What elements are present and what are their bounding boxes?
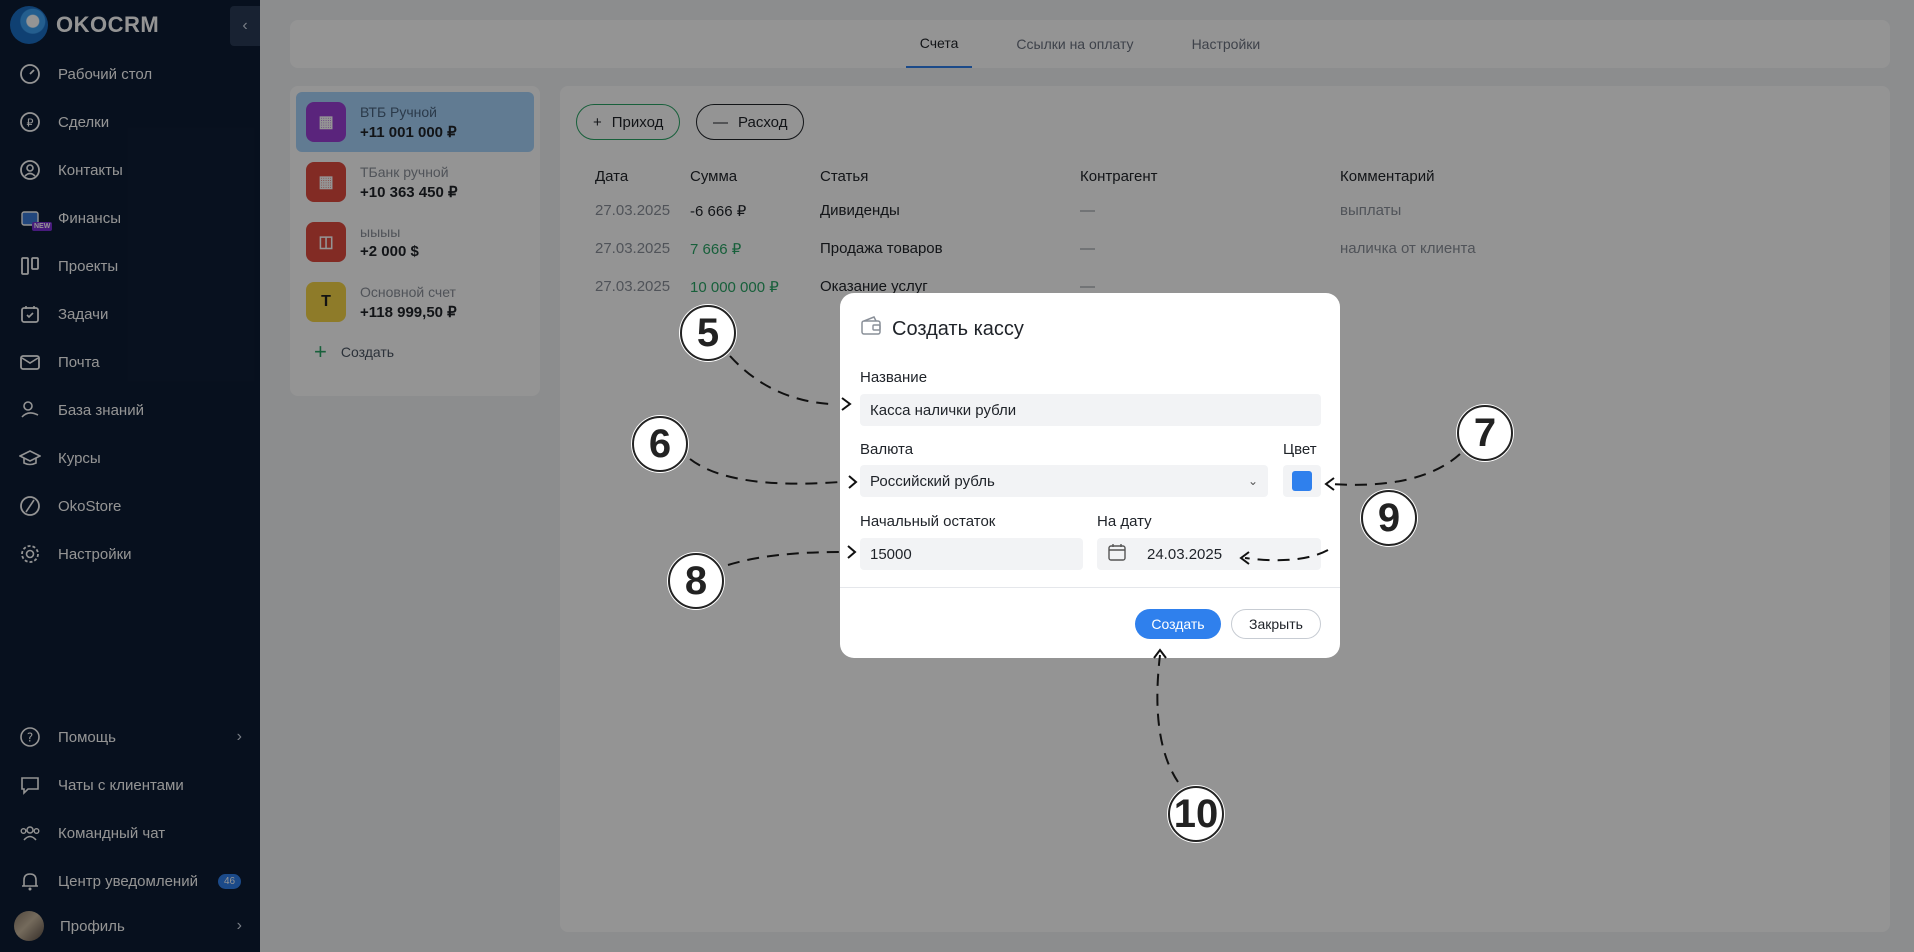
wallet-icon (860, 315, 882, 343)
chevron-down-icon: ⌄ (1247, 474, 1258, 488)
create-cashbox-modal: Создать кассу Название Касса налички руб… (840, 293, 1340, 658)
create-button[interactable]: Создать (1135, 609, 1221, 639)
callout-8: 8 (668, 553, 724, 609)
callout-7: 7 (1457, 405, 1513, 461)
callout-10: 10 (1168, 786, 1224, 842)
date-value: 24.03.2025 (1147, 545, 1223, 563)
modal-divider (840, 587, 1340, 588)
name-input[interactable]: Касса налички рубли (860, 394, 1321, 426)
date-label: На дату (1097, 513, 1152, 530)
color-label: Цвет (1283, 441, 1317, 458)
date-input[interactable]: 24.03.2025 (1097, 538, 1321, 570)
modal-title-text: Создать кассу (892, 317, 1024, 340)
currency-label: Валюта (860, 441, 914, 458)
balance-label: Начальный остаток (860, 513, 996, 530)
modal-title: Создать кассу (860, 315, 1024, 343)
currency-select[interactable]: Российский рубль ⌄ (860, 465, 1268, 497)
name-label: Название (860, 369, 928, 386)
callout-6: 6 (632, 416, 688, 472)
callout-9: 9 (1361, 490, 1417, 546)
balance-input[interactable]: 15000 (860, 538, 1083, 570)
calendar-icon (1107, 542, 1127, 566)
color-swatch[interactable] (1292, 471, 1312, 491)
callout-5: 5 (680, 305, 736, 361)
currency-value: Российский рубль (870, 472, 995, 490)
close-button[interactable]: Закрыть (1231, 609, 1321, 639)
